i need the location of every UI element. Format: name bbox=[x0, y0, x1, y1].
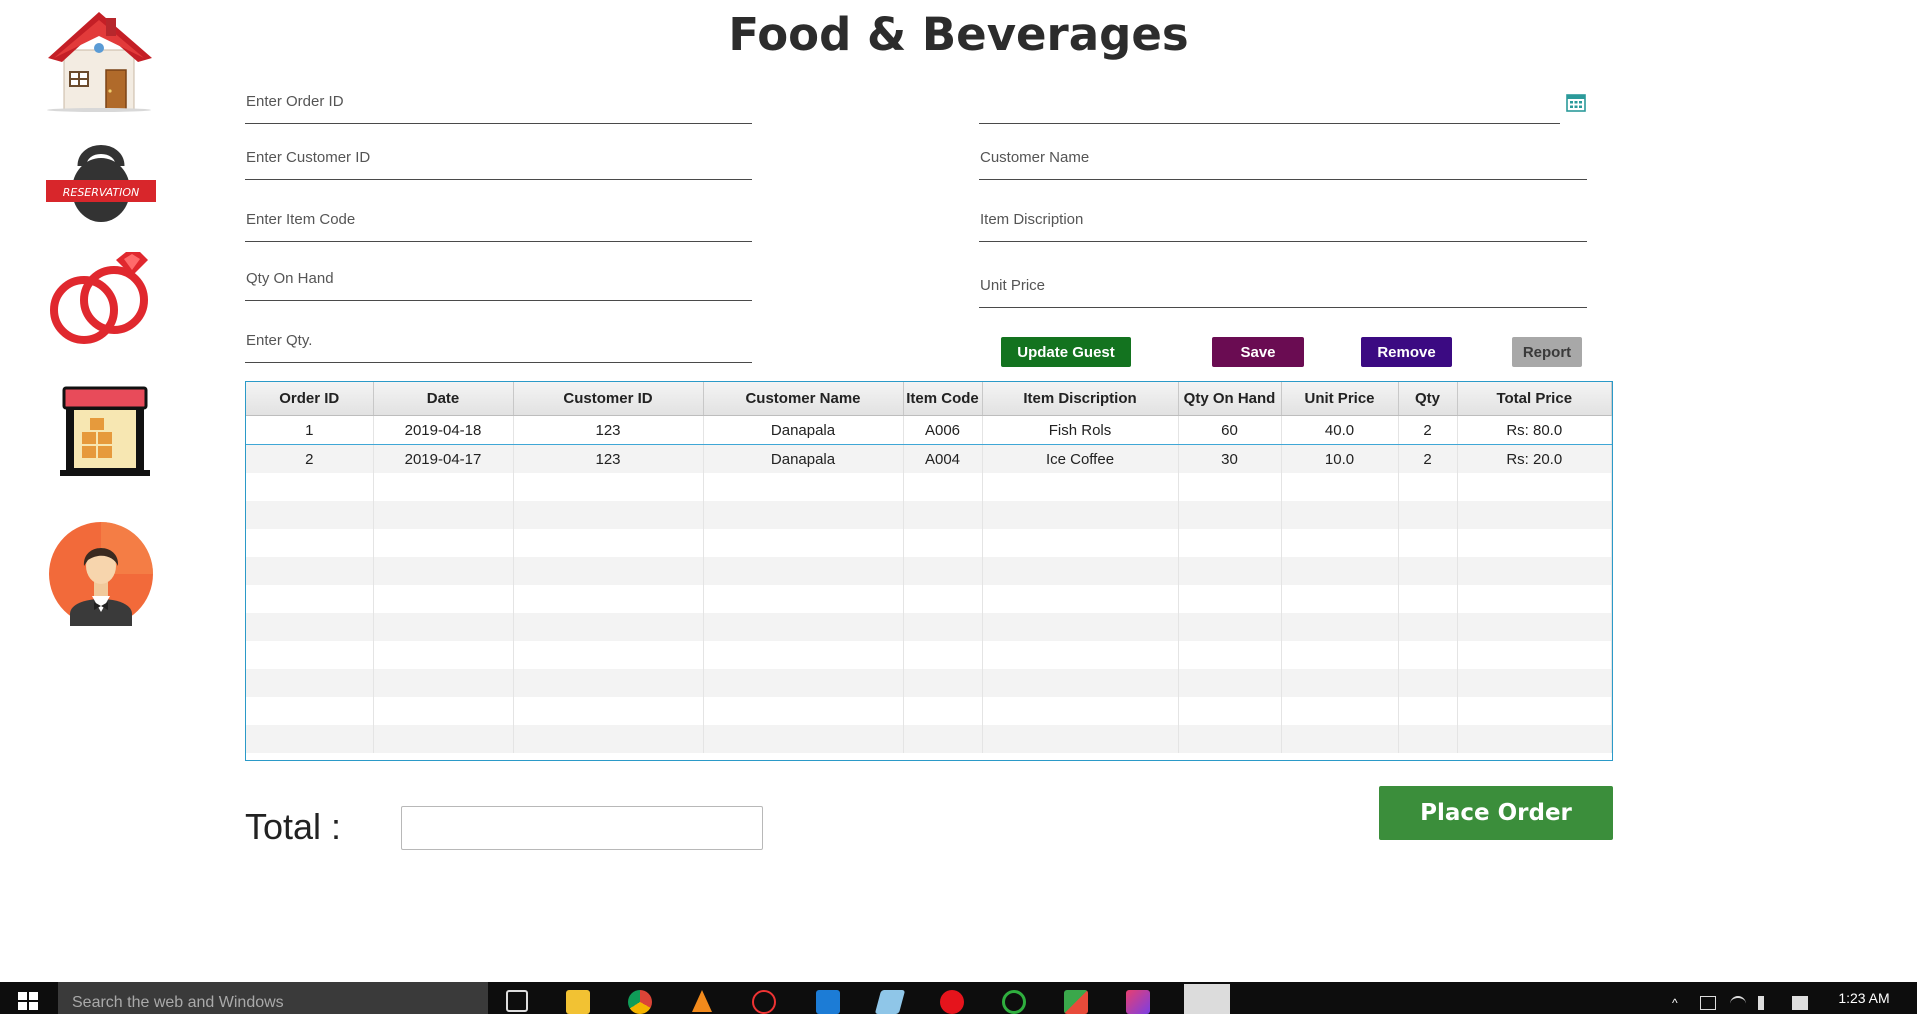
start-button[interactable] bbox=[0, 982, 56, 1014]
empty-table-row bbox=[246, 585, 1612, 613]
item-description-field[interactable] bbox=[979, 202, 1587, 242]
table-cell: Fish Rols bbox=[982, 415, 1179, 445]
date-picker-input[interactable] bbox=[979, 84, 1560, 124]
calendar-icon[interactable] bbox=[1566, 92, 1586, 112]
table-cell: A006 bbox=[903, 415, 983, 445]
network-icon[interactable] bbox=[1700, 996, 1716, 1010]
empty-table-row bbox=[246, 557, 1612, 585]
total-field[interactable] bbox=[401, 806, 763, 850]
java-app-icon[interactable] bbox=[1184, 984, 1230, 1014]
vscode-icon[interactable] bbox=[816, 990, 840, 1014]
table-cell: 60 bbox=[1178, 415, 1282, 445]
spider-app-icon[interactable] bbox=[752, 990, 776, 1014]
table-cell: 1 bbox=[246, 415, 374, 445]
vlc-icon[interactable] bbox=[692, 990, 712, 1012]
volume-icon[interactable] bbox=[1758, 996, 1770, 1010]
empty-table-row bbox=[246, 613, 1612, 641]
kettlebell-reservation-icon: RESERVATION bbox=[46, 145, 156, 222]
table-cell: 123 bbox=[513, 415, 704, 445]
column-header[interactable]: Total Price bbox=[1457, 382, 1612, 416]
report-button[interactable]: Report bbox=[1512, 337, 1582, 367]
empty-table-row bbox=[246, 669, 1612, 697]
waiter-icon bbox=[49, 522, 153, 626]
file-explorer-icon[interactable] bbox=[566, 990, 590, 1014]
table-cell: 123 bbox=[513, 444, 704, 473]
action-center-icon[interactable] bbox=[1792, 996, 1808, 1010]
column-header[interactable]: Date bbox=[373, 382, 514, 416]
opera-icon[interactable] bbox=[940, 990, 964, 1014]
update-guest-button[interactable]: Update Guest bbox=[1001, 337, 1131, 367]
empty-table-row bbox=[246, 529, 1612, 557]
empty-table-row bbox=[246, 697, 1612, 725]
sidebar-item-store[interactable] bbox=[44, 382, 156, 486]
column-header[interactable]: Customer Name bbox=[703, 382, 904, 416]
taskbar-clock[interactable]: 1:23 AM bbox=[1824, 990, 1904, 1006]
column-header[interactable]: Customer ID bbox=[513, 382, 704, 416]
show-hidden-icons-icon[interactable]: ^ bbox=[1672, 996, 1688, 1010]
table-header-row: Order ID Date Customer ID Customer Name … bbox=[246, 382, 1612, 416]
table-cell: Rs: 20.0 bbox=[1457, 444, 1612, 473]
wifi-icon[interactable] bbox=[1730, 996, 1746, 1012]
column-header[interactable]: Item Discription bbox=[982, 382, 1179, 416]
store-icon bbox=[60, 386, 150, 476]
table-cell: 2019-04-17 bbox=[373, 444, 514, 473]
rings-icon bbox=[50, 252, 148, 344]
column-header[interactable]: Order ID bbox=[246, 382, 374, 416]
column-header[interactable]: Item Code bbox=[903, 382, 983, 416]
empty-table-row bbox=[246, 725, 1612, 753]
table-row[interactable]: 2 2019-04-17 123 Danapala A004 Ice Coffe… bbox=[246, 444, 1612, 473]
column-header[interactable]: Qty On Hand bbox=[1178, 382, 1282, 416]
customer-id-input[interactable] bbox=[245, 140, 752, 180]
table-cell: 40.0 bbox=[1281, 415, 1399, 445]
table-cell: Ice Coffee bbox=[982, 444, 1179, 473]
taskbar-search-box[interactable]: Search the web and Windows bbox=[58, 982, 488, 1014]
order-id-input[interactable] bbox=[245, 84, 752, 124]
table-cell: 2 bbox=[1398, 444, 1458, 473]
windows-taskbar: Search the web and Windows ^ 1:23 AM bbox=[0, 982, 1917, 1014]
empty-table-row bbox=[246, 473, 1612, 501]
table-cell: Danapala bbox=[703, 415, 904, 445]
qty-on-hand-field[interactable] bbox=[245, 261, 752, 301]
column-header[interactable]: Unit Price bbox=[1281, 382, 1399, 416]
table-cell: 2019-04-18 bbox=[373, 415, 514, 445]
tools-app-icon[interactable] bbox=[1064, 990, 1088, 1014]
reservation-label: RESERVATION bbox=[63, 186, 140, 199]
column-header[interactable]: Qty bbox=[1398, 382, 1458, 416]
table-cell: 30 bbox=[1178, 444, 1282, 473]
intellij-icon[interactable] bbox=[1126, 990, 1150, 1014]
table-cell: 2 bbox=[246, 444, 374, 473]
table-row[interactable]: 1 2019-04-18 123 Danapala A006 Fish Rols… bbox=[246, 415, 1612, 445]
item-code-input[interactable] bbox=[245, 202, 752, 242]
sidebar-item-wedding[interactable] bbox=[44, 250, 156, 354]
table-cell: A004 bbox=[903, 444, 983, 473]
sidebar-item-waiter[interactable] bbox=[44, 522, 156, 626]
table-cell: 10.0 bbox=[1281, 444, 1399, 473]
qty-input[interactable] bbox=[245, 323, 752, 363]
task-view-icon[interactable] bbox=[506, 990, 528, 1012]
total-label: Total : bbox=[245, 806, 342, 847]
table-cell: Rs: 80.0 bbox=[1457, 415, 1612, 445]
page-title: Food & Beverages bbox=[728, 8, 1189, 61]
save-button[interactable]: Save bbox=[1212, 337, 1304, 367]
empty-table-row bbox=[246, 501, 1612, 529]
place-order-button[interactable]: Place Order bbox=[1379, 786, 1613, 840]
customer-name-field[interactable] bbox=[979, 140, 1587, 180]
unit-price-field[interactable] bbox=[979, 268, 1587, 308]
table-cell: Danapala bbox=[703, 444, 904, 473]
sidebar-item-reservation[interactable]: RESERVATION bbox=[44, 138, 156, 242]
chrome-icon[interactable] bbox=[628, 990, 652, 1014]
remove-button[interactable]: Remove bbox=[1361, 337, 1452, 367]
windows-logo-icon bbox=[18, 992, 38, 1010]
empty-table-row bbox=[246, 641, 1612, 669]
table-cell: 2 bbox=[1398, 415, 1458, 445]
sync-app-icon[interactable] bbox=[1002, 990, 1026, 1014]
orders-table[interactable]: Order ID Date Customer ID Customer Name … bbox=[245, 381, 1613, 761]
notepad-icon[interactable] bbox=[874, 990, 906, 1014]
